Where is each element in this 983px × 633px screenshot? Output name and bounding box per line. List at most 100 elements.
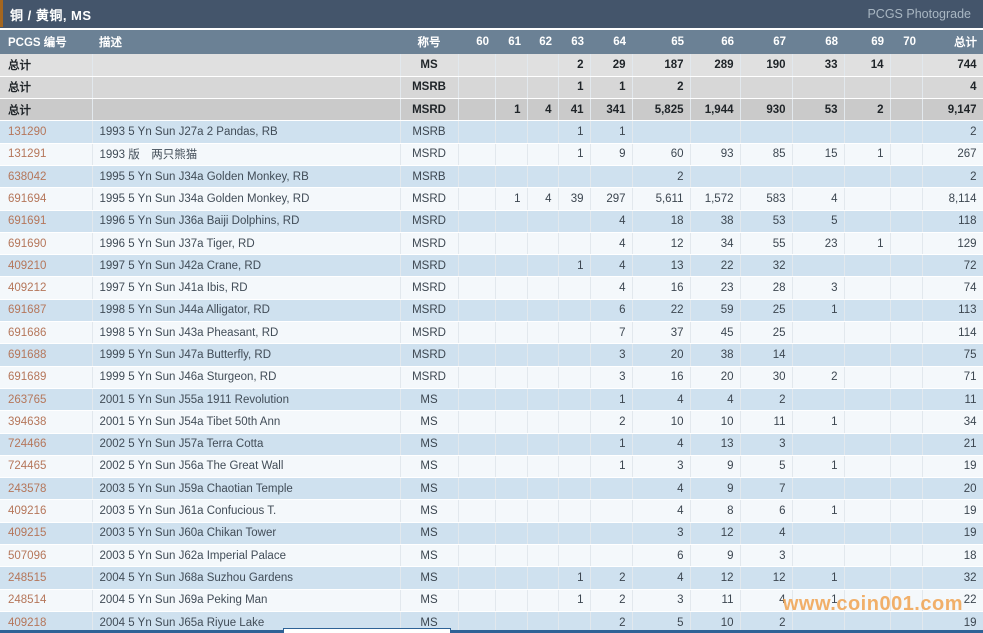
pcgs-number-link[interactable]: 409210 (0, 254, 93, 278)
grade-count: 85 (740, 143, 793, 166)
grade-count: 38 (690, 210, 741, 233)
grade-count: 55 (740, 232, 793, 256)
total-row: 总计 MS 2 29 187 289 190 33 14 744 (0, 54, 983, 77)
pcgs-number-link[interactable]: 131290 (0, 120, 93, 144)
grade-count (527, 522, 559, 546)
grade-count (844, 343, 891, 367)
grade-count (792, 433, 845, 456)
pcgs-number-link[interactable]: 409212 (0, 276, 93, 300)
pcgs-number-link[interactable]: 691691 (0, 210, 93, 233)
designation: MSRD (400, 232, 459, 256)
pcgs-number-link[interactable]: 248514 (0, 589, 93, 612)
pcgs-number-link[interactable]: 691690 (0, 232, 93, 256)
grade-count (458, 410, 496, 434)
grade-count (890, 98, 923, 122)
grade-count (558, 232, 591, 256)
grade-count (495, 522, 528, 546)
pcgs-number-link[interactable]: 724465 (0, 455, 93, 479)
row-total-count: 32 (922, 566, 983, 590)
grade-count (890, 54, 923, 77)
pcgs-number-link[interactable]: 691694 (0, 187, 93, 211)
grade-count: 10 (690, 410, 741, 434)
grade-count (740, 120, 793, 144)
grade-count (495, 388, 528, 412)
grade-count (495, 143, 528, 166)
row-total-count: 267 (922, 143, 983, 166)
table-row: 724465 2002 5 Yn Sun J56a The Great Wall M… (0, 455, 983, 479)
grade-count (458, 187, 496, 211)
designation: MSRB (400, 165, 459, 189)
photograde-link[interactable]: PCGS Photograde (867, 7, 971, 21)
pcgs-number-link[interactable]: 507096 (0, 544, 93, 568)
header-row: PCGS 编号 描述 称号 60 61 62 63 64 65 66 67 68 69 70 总计 (0, 30, 983, 54)
grade-count (527, 120, 559, 144)
column-header: 63 (558, 30, 590, 54)
coin-description (92, 76, 401, 100)
coin-description: 2001 5 Yn Sun J55a 1911 Revolution (92, 388, 401, 412)
pcgs-number-link[interactable]: 691688 (0, 343, 93, 367)
grade-count (495, 54, 528, 77)
grade-count (527, 321, 559, 345)
designation: MSRD (400, 210, 459, 233)
pcgs-number-link[interactable]: 691686 (0, 321, 93, 345)
pcgs-number-link[interactable]: 248515 (0, 566, 93, 590)
grade-count (792, 321, 845, 345)
grade-count: 3 (792, 276, 845, 300)
pcgs-number-link[interactable]: 131291 (0, 143, 93, 166)
row-total-count: 11 (922, 388, 983, 412)
designation: MSRD (400, 299, 459, 323)
grade-count (890, 165, 923, 189)
grade-count: 45 (690, 321, 741, 345)
grade-count: 13 (632, 254, 691, 278)
grade-count (590, 499, 633, 523)
table-row: 394638 2001 5 Yn Sun J54a Tibet 50th Ann M… (0, 410, 983, 434)
pcgs-number-link[interactable]: 409216 (0, 499, 93, 523)
pcgs-number-link[interactable]: 638042 (0, 165, 93, 189)
table-row: 248514 2004 5 Yn Sun J69a Peking Man MS 1 2 3… (0, 589, 983, 612)
table-row: 409210 1997 5 Yn Sun J42a Crane, RD MSRD 1 4… (0, 254, 983, 278)
grade-count (527, 232, 559, 256)
grade-count: 2 (590, 589, 633, 612)
grade-count (890, 321, 923, 345)
coin-description: 1995 5 Yn Sun J34a Golden Monkey, RD (92, 187, 401, 211)
grade-count (844, 120, 891, 144)
grade-count: 23 (792, 232, 845, 256)
grade-count (458, 120, 496, 144)
grade-count: 1 (558, 76, 591, 100)
pcgs-number-link[interactable]: 691687 (0, 299, 93, 323)
grade-count (844, 299, 891, 323)
coin-description: 2002 5 Yn Sun J56a The Great Wall (92, 455, 401, 479)
grade-count: 930 (740, 98, 793, 122)
grade-count: 1 (558, 566, 591, 590)
grade-count (740, 165, 793, 189)
grade-count: 15 (792, 143, 845, 166)
grade-count (792, 477, 845, 501)
column-header: 69 (844, 30, 890, 54)
grade-count: 9 (690, 477, 741, 501)
grade-count: 12 (740, 566, 793, 590)
grade-count: 8 (690, 499, 741, 523)
grade-count (890, 232, 923, 256)
pcgs-number-link[interactable]: 724466 (0, 433, 93, 456)
grade-count: 10 (632, 410, 691, 434)
pcgs-number-link[interactable]: 263765 (0, 388, 93, 412)
pcgs-number-link[interactable]: 409215 (0, 522, 93, 546)
grade-count (844, 254, 891, 278)
pcgs-number-link[interactable]: 243578 (0, 477, 93, 501)
column-header: PCGS 编号 (0, 30, 92, 54)
grade-count: 30 (740, 366, 793, 389)
grade-count (890, 120, 923, 144)
grade-count: 16 (632, 276, 691, 300)
grade-count: 93 (690, 143, 741, 166)
grade-count (527, 566, 559, 590)
grade-count (558, 544, 591, 568)
grade-count (495, 499, 528, 523)
grade-count (890, 433, 923, 456)
pcgs-number-link[interactable]: 691689 (0, 366, 93, 389)
grade-count (844, 455, 891, 479)
page-title: 铜 / 黄铜, MS (10, 7, 92, 23)
pcgs-number-link[interactable]: 394638 (0, 410, 93, 434)
coin-description (92, 98, 401, 122)
grade-count (527, 410, 559, 434)
grade-count: 341 (590, 98, 633, 122)
